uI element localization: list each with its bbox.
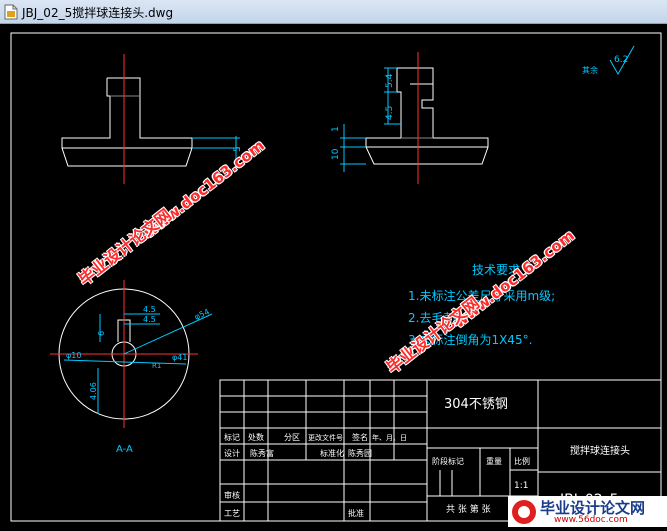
dim-4-5-c: 4.5 xyxy=(143,315,156,324)
dim-4-5-a: 4.5 xyxy=(385,106,395,120)
tb-part-name: 搅拌球连接头 xyxy=(570,444,630,457)
dim-10: 10 xyxy=(331,148,341,160)
tb-design: 设计 xyxy=(224,448,240,458)
logo-url: www.56doc.com xyxy=(554,515,628,525)
tb-h-mark: 标记 xyxy=(224,432,240,442)
dim-5-4: 5.4 xyxy=(385,73,395,88)
tb-review: 审核 xyxy=(224,490,240,500)
dwg-file-icon xyxy=(4,4,18,20)
dim-phi10: φ10 xyxy=(66,351,81,360)
tb-material: 304不锈钢 xyxy=(444,397,508,412)
dim-phi54: φ54 xyxy=(193,307,211,322)
tb-std-name: 陈秀园 xyxy=(348,448,372,458)
tb-process: 工艺 xyxy=(224,509,240,518)
drawing-frame xyxy=(10,32,662,522)
tb-h-file: 更改文件号 xyxy=(308,433,343,442)
tb-h-zone: 分区 xyxy=(284,433,300,442)
dim-1: 1 xyxy=(331,126,341,132)
dim-6: 6 xyxy=(97,331,106,336)
tb-stage: 阶段标记 xyxy=(432,456,464,466)
tb-designer: 陈秀富 xyxy=(250,448,274,458)
site-logo: 毕业设计论文网 www.56doc.com xyxy=(508,496,667,527)
tb-scale: 1:1 xyxy=(514,481,528,491)
tb-h-count: 处数 xyxy=(248,432,264,442)
tb-scale-h: 比例 xyxy=(514,456,530,466)
dim-r1: R1 xyxy=(152,362,161,370)
dim-phi41: φ41 xyxy=(172,353,187,362)
tb-sheets: 共 张 第 张 xyxy=(446,503,491,515)
tb-weight: 重量 xyxy=(486,456,502,466)
title-bar: JBJ_02_5搅拌球连接头.dwg xyxy=(0,0,667,24)
front-view-left xyxy=(61,77,193,167)
dim-4-06: 4.06 xyxy=(89,382,98,400)
dim-lines-3 xyxy=(63,313,213,414)
tb-h-sign: 签名 xyxy=(352,432,368,442)
roughness-label: 其余 xyxy=(582,65,598,75)
logo-icon xyxy=(512,500,536,524)
roughness-value: 6.2 xyxy=(614,55,628,65)
window-title: JBJ_02_5搅拌球连接头.dwg xyxy=(22,6,174,20)
dim-4-5-b: 4.5 xyxy=(143,305,156,314)
tb-approve: 批准 xyxy=(348,508,364,518)
section-label: A-A xyxy=(116,444,133,455)
tb-std: 标准化 xyxy=(320,448,344,458)
tb-h-date: 年、月、日 xyxy=(372,433,407,442)
